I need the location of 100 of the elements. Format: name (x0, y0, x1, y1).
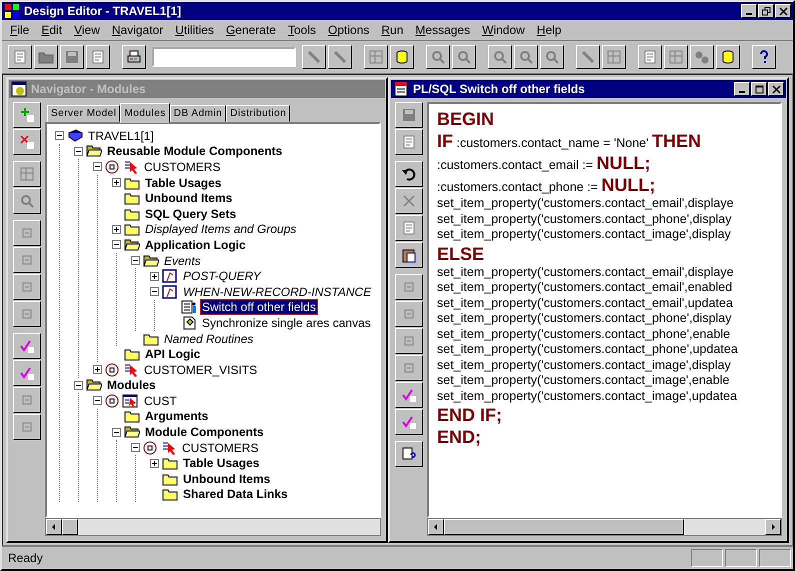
collapse-button[interactable] (395, 301, 423, 327)
collapse-icon[interactable] (131, 256, 140, 266)
properties-button[interactable] (638, 45, 662, 69)
find-next-button[interactable] (514, 45, 538, 69)
minimize-button[interactable] (734, 82, 750, 96)
scroll-left-button[interactable] (428, 519, 444, 535)
tree-item[interactable]: Unbound Items (143, 190, 234, 206)
check-button[interactable] (13, 333, 41, 359)
tree-item[interactable]: Switch off other fields (200, 299, 318, 316)
close-button[interactable] (768, 82, 784, 96)
tree-item[interactable]: TRAVEL1[1] (86, 128, 156, 144)
new-page-button[interactable] (8, 45, 32, 69)
tree-item[interactable]: Arguments (143, 408, 210, 424)
paste-button[interactable] (395, 242, 423, 268)
collapse-icon[interactable] (150, 287, 159, 296)
scroll-right-button[interactable] (765, 519, 781, 535)
menu-item[interactable]: File (4, 23, 36, 37)
tree-item[interactable]: CUST (142, 392, 179, 409)
menu-item[interactable]: Generate (220, 23, 282, 37)
cut-button[interactable] (395, 188, 423, 214)
open-button[interactable] (34, 45, 58, 69)
tree-item[interactable]: Table Usages (143, 174, 224, 191)
tree-item[interactable]: POST-QUERY (181, 268, 263, 284)
horizontal-scrollbar[interactable] (45, 518, 381, 536)
layout-button[interactable] (664, 45, 688, 69)
tree-item[interactable]: SQL Query Sets (143, 206, 238, 222)
tree-item[interactable]: CUSTOMERS (142, 158, 222, 175)
collapse-all-button[interactable] (13, 301, 41, 327)
restore-button[interactable] (758, 4, 774, 18)
document-button[interactable] (86, 45, 110, 69)
tab[interactable]: Modules (120, 103, 170, 123)
delete-button[interactable] (13, 129, 41, 155)
wand-button[interactable] (302, 45, 326, 69)
code-keyword: END IF; (437, 404, 502, 426)
menu-item[interactable]: Options (322, 23, 376, 37)
tree-item[interactable]: CUSTOMERS (180, 440, 260, 456)
tree-item[interactable]: Module Components (143, 424, 266, 440)
window-button[interactable] (602, 45, 626, 69)
check-in-button[interactable] (13, 360, 41, 386)
tree-item[interactable]: Named Routines (162, 330, 256, 347)
check-in-button[interactable] (395, 409, 423, 435)
zoom-out-button[interactable] (452, 45, 476, 69)
menu-item[interactable]: Window (476, 23, 531, 37)
tree-item[interactable]: Unbound Items (181, 470, 272, 487)
tree-item[interactable]: Events (162, 252, 203, 269)
menu-item[interactable]: Help (530, 23, 568, 37)
maximize-button[interactable] (751, 82, 767, 96)
tree-item[interactable]: API Logic (143, 346, 202, 362)
tree-item[interactable]: Table Usages (181, 455, 262, 472)
database-button[interactable] (390, 45, 414, 69)
menu-item[interactable]: View (68, 23, 106, 37)
save-button[interactable] (60, 45, 84, 69)
tree-item[interactable]: Reusable Module Components (105, 143, 284, 160)
zoom-in-button[interactable] (426, 45, 450, 69)
tree-item[interactable]: Displayed Items and Groups (143, 221, 298, 238)
table-button[interactable] (364, 45, 388, 69)
horizontal-scrollbar[interactable] (427, 518, 782, 536)
tab[interactable]: DB Admin (170, 105, 226, 122)
find-previous-button[interactable] (540, 45, 564, 69)
close-button[interactable] (775, 4, 791, 18)
collapse-icon[interactable] (112, 240, 121, 250)
collapse-icon[interactable] (131, 443, 140, 452)
menu-item[interactable]: Tools (282, 23, 322, 37)
scroll-thumb[interactable] (444, 519, 684, 535)
save-button[interactable] (395, 102, 423, 128)
undo-button[interactable] (395, 161, 423, 187)
search-button[interactable] (13, 188, 41, 214)
tree-item[interactable]: Application Logic (143, 236, 248, 253)
menu-item[interactable]: Navigator (106, 23, 170, 37)
collapse-icon[interactable] (74, 146, 83, 156)
menu-item[interactable]: Edit (35, 23, 68, 37)
window-title: Navigator - Modules (31, 82, 147, 96)
print-button[interactable] (122, 45, 146, 69)
collapse-icon[interactable] (93, 396, 102, 406)
collapse-icon[interactable] (112, 428, 121, 437)
input-field[interactable] (152, 47, 296, 67)
collapse-icon[interactable] (93, 162, 102, 172)
tree-item[interactable]: CUSTOMER_VISITS (142, 362, 260, 378)
tree-item[interactable]: WHEN-NEW-RECORD-INSTANCE (181, 284, 374, 300)
tab[interactable]: Server Model (47, 105, 120, 122)
find-button[interactable] (488, 45, 512, 69)
tab[interactable]: Distribution (226, 105, 290, 122)
scroll-thumb[interactable] (62, 519, 78, 535)
menu-item[interactable]: Utilities (169, 23, 220, 37)
help-button[interactable] (395, 441, 423, 467)
tree-item[interactable]: Modules (105, 377, 158, 394)
add-button[interactable] (13, 102, 41, 128)
check-button[interactable] (395, 382, 423, 408)
scroll-left-button[interactable] (46, 519, 62, 535)
minimize-button[interactable] (741, 4, 757, 18)
collapse-all-button[interactable] (395, 355, 423, 381)
collapse-button[interactable] (13, 247, 41, 273)
menu-item[interactable]: Messages (409, 23, 476, 37)
tree-item[interactable]: Shared Data Links (181, 486, 290, 502)
tree-item[interactable]: Synchronize single ares canvas (200, 314, 373, 331)
code-editor[interactable] (427, 102, 782, 518)
collapse-icon[interactable] (55, 131, 64, 140)
collapse-icon[interactable] (74, 380, 83, 390)
menu-item[interactable]: Run (375, 23, 410, 37)
help-button[interactable] (752, 45, 776, 69)
